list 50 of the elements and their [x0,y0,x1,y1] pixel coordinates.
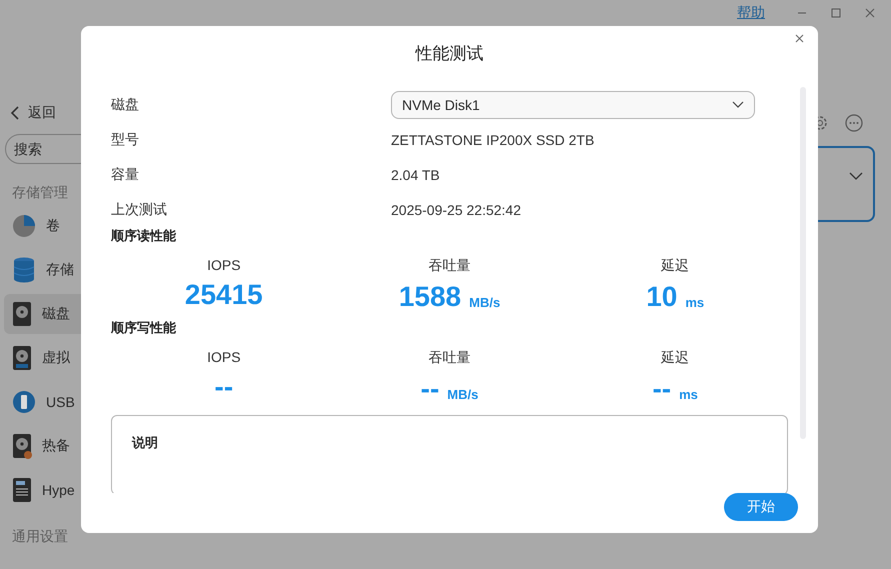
metric-label: 吞吐量 [428,349,470,367]
field-value: 2025-09-25 22:52:42 [391,202,521,218]
close-icon[interactable] [865,8,875,18]
more-icon[interactable] [845,114,863,132]
metric-unit: ms [685,294,704,310]
field-label: 容量 [111,166,140,184]
usb-icon [12,390,36,414]
field-label: 上次测试 [111,200,168,218]
metric-value: 25415 [184,279,263,311]
close-icon[interactable] [795,34,804,43]
field-value: ZETTASTONE IP200X SSD 2TB [391,132,594,148]
sidebar-item[interactable]: USB [4,382,84,422]
sidebar-item[interactable]: 磁盘 [4,294,84,334]
maximize-icon[interactable] [831,8,841,18]
sidebar-item[interactable]: 存储 [4,250,84,290]
metric-value: 1588 [398,281,462,313]
dialog-title: 性能测试 [416,43,484,65]
metric-label: 吞吐量 [428,257,470,275]
metric-unit: ms [679,386,698,402]
database-icon [12,257,36,283]
section-heading: 通用设置 [11,527,69,546]
metric-label: IOPS [207,349,241,365]
metric-label: 延迟 [661,349,690,367]
chevron-down-icon [732,101,744,108]
sidebar-item[interactable]: Hype [4,470,84,510]
section-heading: 存储管理 [11,183,69,202]
metric-value: -- [652,373,672,405]
sidebar-item[interactable]: 热备 [4,426,84,466]
chevron-down-icon [849,172,863,180]
start-button[interactable]: 开始 [724,493,798,521]
sidebar-item[interactable]: 卷 [4,206,84,246]
field-label: 磁盘 [111,96,140,114]
section-title: 顺序写性能 [111,319,177,337]
disk-select[interactable]: NVMe Disk1 [391,90,755,118]
back-button[interactable]: 返回 [0,102,84,124]
metric-value: -- [214,371,234,403]
metric-unit: MB/s [469,294,500,310]
note-title: 说明 [132,435,158,450]
metric-label: 延迟 [661,257,690,275]
ssd-icon [12,477,32,503]
field-label: 型号 [111,130,140,148]
metric-value: 10 [646,281,678,313]
section-title: 顺序读性能 [111,227,177,245]
metric-label: IOPS [207,257,241,273]
metric-unit: MB/s [447,386,478,402]
sidebar-item[interactable]: 虚拟 [4,338,84,378]
field-value: 2.04 TB [391,166,440,182]
chevron-left-icon [10,106,20,120]
metric-value: -- [420,373,440,405]
pie-chart-icon [12,214,36,238]
